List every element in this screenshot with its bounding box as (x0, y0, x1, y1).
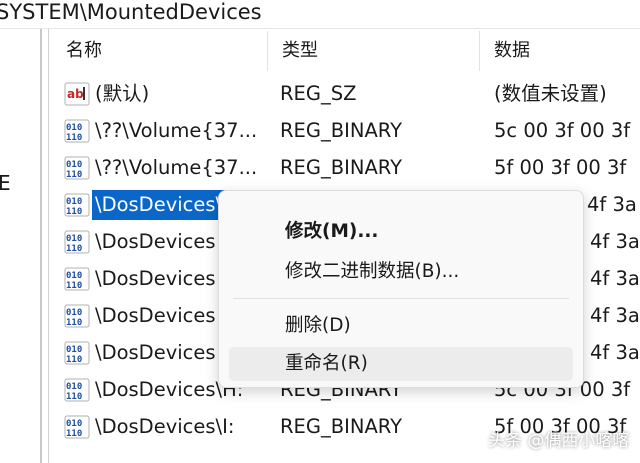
svg-text:110: 110 (66, 355, 82, 365)
svg-text:110: 110 (66, 429, 82, 439)
value-name: \DosDevices\I: (95, 415, 235, 438)
svg-text:110: 110 (66, 392, 82, 402)
binary-value-icon: 010 110 (64, 119, 90, 143)
string-value-icon: ab (64, 82, 90, 106)
value-data: 4f 3a (590, 230, 640, 253)
context-menu: 修改(M)... 修改二进制数据(B)... 删除(D) 重命名(R) (218, 190, 584, 388)
binary-value-icon: 010 110 (64, 341, 90, 365)
svg-text:010: 010 (66, 197, 82, 207)
svg-text:110: 110 (66, 244, 82, 254)
menu-item-modify[interactable]: 修改(M)... (229, 215, 573, 249)
value-type: REG_BINARY (280, 119, 402, 142)
value-name: \DosDevices (95, 230, 216, 253)
value-name: \DosDevices (95, 304, 216, 327)
column-header-name[interactable]: 名称 (52, 31, 268, 71)
svg-text:010: 010 (66, 160, 82, 170)
binary-value-icon: 010 110 (64, 230, 90, 254)
menu-item-delete[interactable]: 删除(D) (229, 309, 573, 343)
menu-item-rename[interactable]: 重命名(R) (229, 347, 573, 381)
svg-text:110: 110 (66, 318, 82, 328)
value-name: \??\Volume{37... (95, 119, 258, 142)
svg-text:010: 010 (66, 234, 82, 244)
value-data: 4f 3a (590, 304, 640, 327)
value-row[interactable]: ab (默认) REG_SZ (数值未设置) (52, 75, 640, 112)
column-header-data[interactable]: 数据 (480, 31, 640, 71)
address-bar[interactable]: SYSTEM\MountedDevices (0, 0, 640, 29)
svg-text:010: 010 (66, 308, 82, 318)
value-type: REG_BINARY (280, 156, 402, 179)
svg-text:010: 010 (66, 123, 82, 133)
value-name: (默认) (95, 82, 150, 105)
column-header-type[interactable]: 类型 (268, 31, 480, 71)
svg-text:010: 010 (66, 419, 82, 429)
value-data: 5c 00 3f 00 3f (494, 119, 631, 142)
tree-pane[interactable]: E (0, 29, 49, 463)
svg-text:110: 110 (66, 281, 82, 291)
binary-value-icon: 010 110 (64, 378, 90, 402)
svg-text:110: 110 (66, 170, 82, 180)
svg-text:010: 010 (66, 382, 82, 392)
value-data: (数值未设置) (494, 82, 607, 105)
menu-item-modify-binary[interactable]: 修改二进制数据(B)... (229, 255, 573, 289)
svg-text:ab: ab (67, 87, 84, 101)
value-data: 4f 3a (590, 267, 640, 290)
binary-value-icon: 010 110 (64, 304, 90, 328)
binary-value-icon: 010 110 (64, 193, 90, 217)
svg-text:010: 010 (66, 271, 82, 281)
value-type: REG_SZ (280, 82, 357, 105)
value-name: \DosDevices (95, 267, 216, 290)
binary-value-icon: 010 110 (64, 415, 90, 439)
value-type: REG_BINARY (280, 415, 402, 438)
value-name: \DosDevices (95, 341, 216, 364)
value-row[interactable]: 010 110 \??\Volume{37... REG_BINARY 5f 0… (52, 149, 640, 186)
column-header: 名称 类型 数据 (52, 31, 640, 71)
value-row[interactable]: 010 110 \??\Volume{37... REG_BINARY 5c 0… (52, 112, 640, 149)
tree-item-fragment[interactable]: E (0, 171, 11, 195)
value-data: 4f 3a (590, 341, 640, 364)
binary-value-icon: 010 110 (64, 267, 90, 291)
value-name: \??\Volume{37... (95, 156, 258, 179)
svg-text:110: 110 (66, 207, 82, 217)
address-path[interactable]: SYSTEM\MountedDevices (0, 0, 262, 26)
svg-text:010: 010 (66, 345, 82, 355)
value-data: 5f 00 3f 00 3f (494, 156, 627, 179)
menu-separator (233, 298, 569, 299)
watermark: 头条 @偶西小喀喀 (488, 431, 630, 451)
binary-value-icon: 010 110 (64, 156, 90, 180)
tree-scrollbar[interactable] (40, 29, 42, 463)
svg-text:110: 110 (66, 133, 82, 143)
